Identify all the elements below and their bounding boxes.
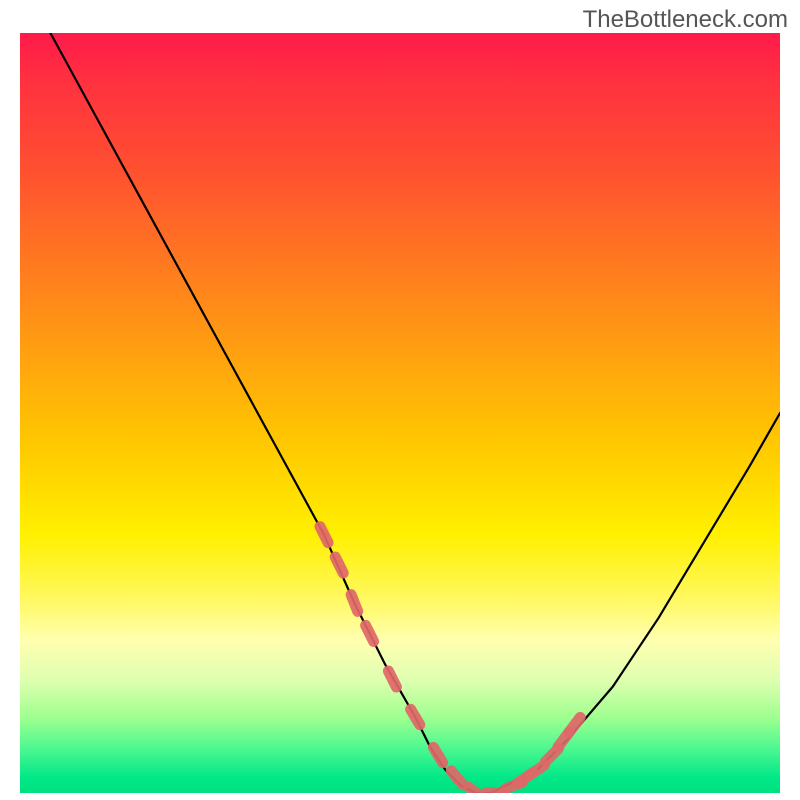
curve-svg [20,33,780,793]
marker-points [320,527,580,793]
plot-area [20,33,780,793]
curve-line [50,33,780,793]
watermark-text: TheBottleneck.com [583,6,788,34]
bottleneck-chart: TheBottleneck.com [0,0,800,800]
